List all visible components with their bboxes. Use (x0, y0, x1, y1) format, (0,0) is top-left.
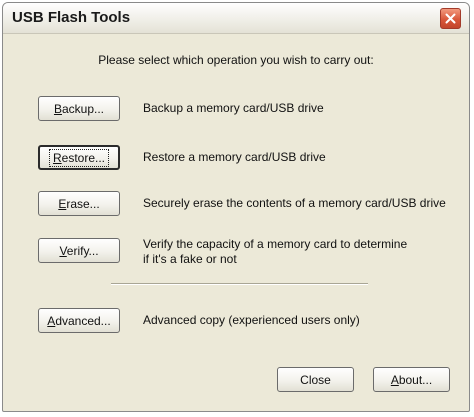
close-button[interactable]: Close (277, 367, 354, 392)
separator-line (111, 283, 368, 285)
advanced-button[interactable]: Advanced... (38, 308, 120, 333)
about-button-label: About... (390, 372, 433, 387)
erase-description: Securely erase the contents of a memory … (143, 196, 446, 210)
erase-button-label: Erase... (58, 196, 100, 211)
verify-description-line-2: if it's a fake or not (143, 252, 237, 266)
close-button-label: Close (300, 372, 331, 387)
close-icon (445, 13, 456, 24)
about-button[interactable]: About... (373, 367, 450, 392)
verify-button-label: Verify... (59, 243, 99, 258)
advanced-button-label: Advanced... (47, 313, 111, 328)
restore-button[interactable]: Restore... (38, 145, 120, 170)
title-close-button[interactable] (440, 8, 461, 29)
dialog-window: USB Flash Tools Please select which oper… (2, 2, 470, 412)
backup-button-label: Backup... (53, 101, 105, 116)
backup-button[interactable]: Backup... (38, 96, 120, 121)
instruction-text: Please select which operation you wish t… (98, 53, 374, 67)
verify-description: Verify the capacity of a memory card to … (143, 237, 407, 267)
title-bar[interactable]: USB Flash Tools (3, 3, 469, 34)
verify-button[interactable]: Verify... (38, 238, 120, 263)
restore-button-label: Restore... (48, 148, 110, 167)
erase-button[interactable]: Erase... (38, 191, 120, 216)
advanced-description: Advanced copy (experienced users only) (143, 313, 360, 327)
restore-description: Restore a memory card/USB drive (143, 150, 326, 164)
window-title: USB Flash Tools (12, 9, 131, 26)
backup-description: Backup a memory card/USB drive (143, 101, 324, 115)
verify-description-line-1: Verify the capacity of a memory card to … (143, 237, 408, 251)
